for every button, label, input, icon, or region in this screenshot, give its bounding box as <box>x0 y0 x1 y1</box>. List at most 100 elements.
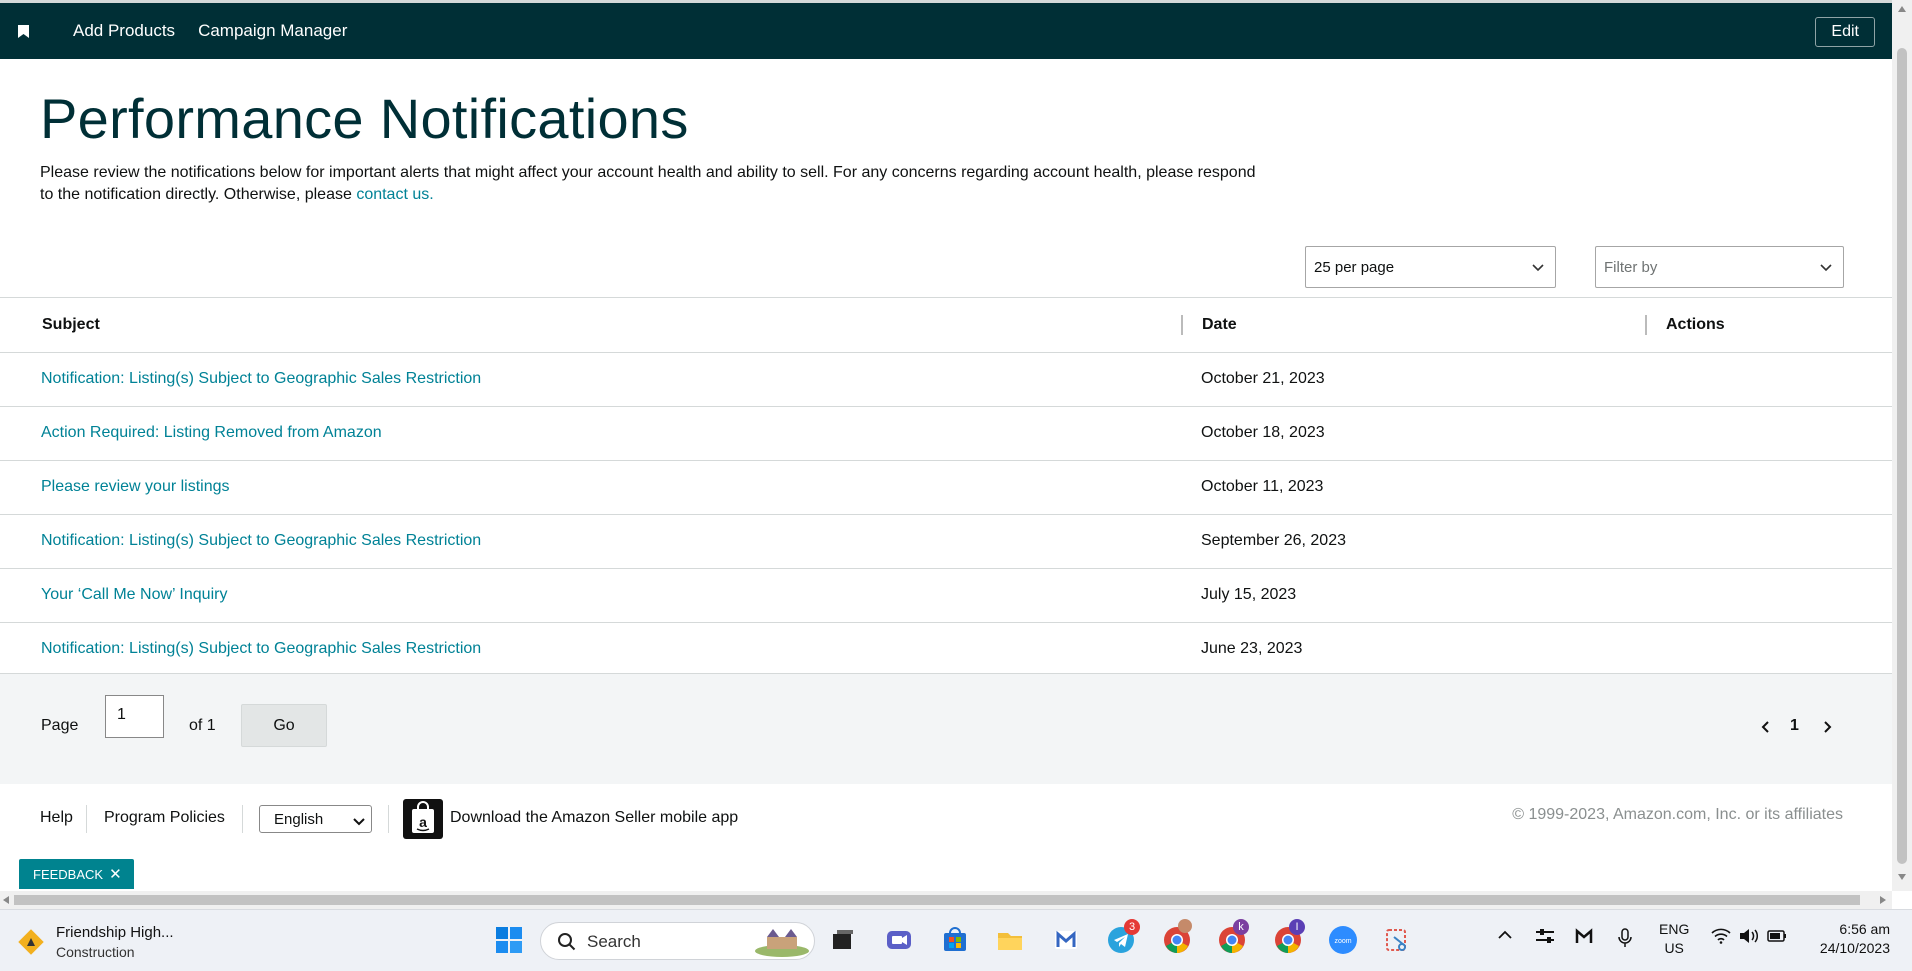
column-header-date[interactable]: Date <box>1202 316 1237 334</box>
column-header-actions: Actions <box>1666 316 1725 333</box>
program-policies-link[interactable]: Program Policies <box>104 809 225 827</box>
per-page-value: 25 per page <box>1314 258 1395 276</box>
top-nav-bar: Add Products Campaign Manager Edit <box>0 0 1892 59</box>
notification-date: October 18, 2023 <box>1201 424 1325 441</box>
scroll-left-icon[interactable] <box>3 896 9 904</box>
page-number-input[interactable]: 1 <box>105 695 164 738</box>
chevron-down-icon <box>1531 260 1545 278</box>
current-page-number[interactable]: 1 <box>1790 717 1799 735</box>
file-explorer-icon[interactable] <box>995 925 1025 955</box>
footer-divider <box>242 805 243 833</box>
edit-button[interactable]: Edit <box>1815 17 1875 47</box>
search-label: Search <box>587 932 641 951</box>
column-divider <box>1645 315 1647 335</box>
notification-subject-link[interactable]: Notification: Listing(s) Subject to Geog… <box>41 532 481 550</box>
chevron-right-icon[interactable] <box>1821 720 1833 739</box>
clock-time: 6:56 am <box>1839 921 1890 937</box>
intro-body: Please review the notifications below fo… <box>40 164 1256 203</box>
search-icon <box>558 933 576 951</box>
store-icon[interactable] <box>940 925 970 955</box>
download-app-link[interactable]: Download the Amazon Seller mobile app <box>450 809 738 827</box>
notification-subject-link[interactable]: Action Required: Listing Removed from Am… <box>41 424 382 442</box>
notification-subject-link[interactable]: Notification: Listing(s) Subject to Geog… <box>41 640 481 658</box>
bookmark-icon[interactable] <box>18 24 29 38</box>
column-header-subject[interactable]: Subject <box>42 316 100 334</box>
table-row: Notification: Listing(s) Subject to Geog… <box>0 623 1892 677</box>
chrome-icon[interactable]: I <box>1273 919 1305 955</box>
input-language-indicator[interactable]: ENG US <box>1659 920 1689 958</box>
notification-subject-link[interactable]: Please review your listings <box>41 478 230 496</box>
zoom-icon[interactable]: zoom <box>1328 925 1358 955</box>
footer: Help Program Policies English a Download… <box>0 784 1892 891</box>
footer-divider <box>388 805 389 833</box>
intro-text: Please review the notifications below fo… <box>40 162 1270 206</box>
mail-app-icon[interactable] <box>1051 925 1081 955</box>
battery-icon[interactable] <box>1766 928 1788 947</box>
feedback-label: FEEDBACK <box>33 866 104 882</box>
page-label: Page <box>41 717 79 734</box>
amazon-app-icon[interactable]: a <box>403 799 443 839</box>
horizontal-scrollbar[interactable] <box>0 891 1892 909</box>
chevron-left-icon[interactable] <box>1760 720 1772 739</box>
snipping-tool-icon[interactable] <box>1382 925 1412 955</box>
notification-date: June 23, 2023 <box>1201 640 1303 657</box>
volume-icon[interactable] <box>1739 928 1759 947</box>
telegram-icon[interactable]: 3 <box>1106 919 1140 955</box>
weather-subtitle: Construction <box>56 944 135 960</box>
filter-placeholder: Filter by <box>1604 258 1658 276</box>
contact-us-link[interactable]: contact us. <box>356 186 433 203</box>
chevron-up-icon[interactable] <box>1497 928 1513 945</box>
nav-add-products[interactable]: Add Products <box>73 21 175 41</box>
notifications-table: Subject Date Actions Notification: Listi… <box>0 297 1892 677</box>
notification-date: October 11, 2023 <box>1201 478 1324 495</box>
notification-subject-link[interactable]: Notification: Listing(s) Subject to Geog… <box>41 370 481 388</box>
language-select[interactable]: English <box>259 805 372 833</box>
help-link[interactable]: Help <box>40 809 73 827</box>
language-value: English <box>274 811 324 828</box>
feedback-button[interactable]: FEEDBACK ✕ <box>19 859 134 889</box>
filter-select[interactable]: Filter by <box>1595 246 1844 288</box>
svg-text:a: a <box>419 814 427 830</box>
language-code: ENG <box>1659 921 1690 937</box>
chrome-profile-badge: k <box>1233 919 1249 935</box>
wifi-icon[interactable] <box>1711 928 1731 947</box>
scroll-up-icon[interactable] <box>1898 6 1906 12</box>
notification-date: October 21, 2023 <box>1201 370 1325 387</box>
chevron-down-icon <box>1819 260 1833 278</box>
per-page-select[interactable]: 25 per page <box>1305 246 1556 288</box>
scrollbar-thumb[interactable] <box>14 895 1860 905</box>
page-total-label: of 1 <box>189 717 216 734</box>
system-clock[interactable]: 6:56 am 24/10/2023 <box>1820 920 1890 958</box>
task-view-icon[interactable] <box>828 925 858 955</box>
chrome-icon[interactable] <box>1162 919 1192 955</box>
table-header: Subject Date Actions <box>0 298 1892 353</box>
notification-date: July 15, 2023 <box>1201 586 1297 603</box>
scrollbar-thumb[interactable] <box>1897 48 1907 864</box>
chrome-profile-avatar <box>1178 919 1192 933</box>
language-region: US <box>1664 940 1684 956</box>
meet-icon[interactable] <box>884 925 914 955</box>
close-icon[interactable]: ✕ <box>109 865 122 883</box>
table-row: Your ‘Call Me Now’ Inquiry July 15, 2023 <box>0 569 1892 623</box>
taskbar-search[interactable]: Search <box>540 922 815 960</box>
construction-icon <box>18 929 44 955</box>
windows-start-icon[interactable] <box>494 925 524 955</box>
chrome-icon[interactable]: k <box>1217 919 1249 955</box>
notification-date: September 26, 2023 <box>1201 532 1346 549</box>
windows-taskbar: Friendship High... Construction Search 3… <box>0 909 1912 971</box>
svg-text:zoom: zoom <box>1334 938 1351 945</box>
nav-campaign-manager[interactable]: Campaign Manager <box>198 21 347 41</box>
notification-subject-link[interactable]: Your ‘Call Me Now’ Inquiry <box>41 586 227 604</box>
table-row: Notification: Listing(s) Subject to Geog… <box>0 353 1892 407</box>
app-tray-icon[interactable] <box>1575 928 1593 947</box>
microphone-icon[interactable] <box>1617 928 1633 951</box>
copyright-text: © 1999-2023, Amazon.com, Inc. or its aff… <box>1512 806 1843 823</box>
vertical-scrollbar[interactable] <box>1892 0 1912 891</box>
settings-sliders-icon[interactable] <box>1535 928 1555 947</box>
go-button[interactable]: Go <box>241 704 327 747</box>
telegram-badge: 3 <box>1124 919 1140 935</box>
chrome-profile-badge: I <box>1289 919 1305 935</box>
footer-divider <box>86 805 87 833</box>
scroll-down-icon[interactable] <box>1898 874 1906 880</box>
scroll-right-icon[interactable] <box>1880 896 1886 904</box>
